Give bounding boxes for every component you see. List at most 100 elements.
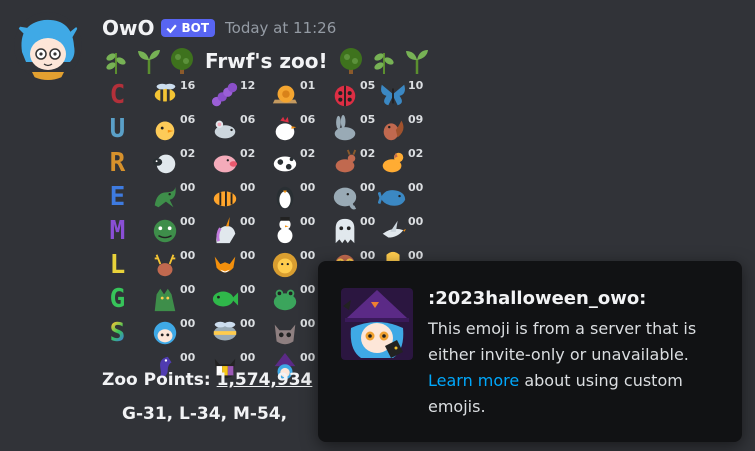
emoji-description: This emoji is from a server that is eith… — [428, 316, 728, 420]
animal-count: 00 — [240, 215, 256, 228]
ladybug-icon[interactable] — [330, 81, 360, 109]
frog-icon[interactable] — [270, 285, 300, 313]
zoo-animal-cell: 02 — [150, 146, 208, 180]
animal-count: 00 — [240, 181, 256, 194]
tiger-icon[interactable] — [210, 183, 240, 211]
zoo-animal-cell: 00 — [150, 316, 208, 350]
zoo-points-value: 1,574,934 — [216, 370, 313, 390]
zoo-animal-cell: 00 — [210, 180, 268, 214]
chick-icon[interactable] — [150, 115, 180, 143]
seedling-icon[interactable] — [135, 47, 163, 75]
animal-count: 00 — [300, 181, 316, 194]
pig-icon[interactable] — [210, 149, 240, 177]
fish-icon[interactable] — [210, 285, 240, 313]
snowman-icon[interactable] — [270, 217, 300, 245]
bot-badge: BOT — [161, 19, 216, 37]
elephant-icon[interactable] — [330, 183, 360, 211]
ghost-icon[interactable] — [330, 217, 360, 245]
skull-cat-icon[interactable] — [270, 319, 300, 347]
bee-icon[interactable] — [150, 81, 180, 109]
rank-letter-c: C — [109, 80, 126, 110]
zoo-rank-stats: G-31, L-34, M-54, — [122, 404, 288, 424]
rank-letter-s: S — [102, 318, 132, 348]
zoo-animal-cell: 00 — [150, 248, 208, 282]
animal-count: 05 — [360, 79, 376, 92]
cow-icon[interactable] — [270, 149, 300, 177]
rooster-icon[interactable] — [270, 115, 300, 143]
animal-count: 00 — [180, 283, 196, 296]
zoo-animal-cell: 00 — [210, 248, 268, 282]
mouse-icon[interactable] — [210, 115, 240, 143]
animal-count: 00 — [408, 181, 424, 194]
animal-count: 00 — [180, 181, 196, 194]
emoji-description-text: This emoji is from a server that is eith… — [428, 319, 697, 364]
zoo-animal-cell: 09 — [378, 112, 436, 146]
lion-icon[interactable] — [270, 251, 300, 279]
animal-count: 06 — [240, 113, 256, 126]
username[interactable]: OwO — [102, 16, 154, 40]
animal-count: 00 — [300, 351, 316, 364]
rabbit-icon[interactable] — [330, 115, 360, 143]
animal-count: 12 — [240, 79, 256, 92]
animal-count: 00 — [180, 351, 196, 364]
message-header: OwO BOT Today at 11:26 — [102, 15, 336, 41]
animal-count: 00 — [240, 351, 256, 364]
zoo-animal-cell: 00 — [378, 180, 436, 214]
zoo-animal-cell: 16 — [150, 78, 208, 112]
chipmunk-icon[interactable] — [378, 115, 408, 143]
dove-icon[interactable] — [378, 217, 408, 245]
deer-icon[interactable] — [330, 149, 360, 177]
dog-icon[interactable] — [378, 149, 408, 177]
animal-count: 09 — [408, 113, 424, 126]
seedling-icon[interactable] — [403, 47, 431, 75]
owo-girl-icon[interactable] — [150, 319, 180, 347]
checkmark-icon — [166, 24, 178, 33]
animal-count: 10 — [408, 79, 424, 92]
animal-count: 00 — [240, 283, 256, 296]
animal-count: 00 — [240, 317, 256, 330]
bee-mech-icon[interactable] — [210, 319, 240, 347]
whale-icon[interactable] — [378, 183, 408, 211]
animal-count: 00 — [360, 215, 376, 228]
tree-icon[interactable] — [337, 47, 365, 75]
rank-letter-e: E — [109, 182, 126, 212]
halloween-owo-emoji-icon — [341, 288, 413, 360]
animal-count: 06 — [180, 113, 196, 126]
penguin-icon[interactable] — [270, 183, 300, 211]
fox-icon[interactable] — [210, 251, 240, 279]
snail-icon[interactable] — [270, 81, 300, 109]
zoo-animal-cell: 02 — [210, 146, 268, 180]
rank-letter-u: U — [109, 114, 126, 144]
zoo-animal-cell: 06 — [150, 112, 208, 146]
herb-icon[interactable] — [102, 47, 130, 75]
zoo-animal-cell: 06 — [210, 112, 268, 146]
animal-count: 00 — [408, 215, 424, 228]
reindeer-icon[interactable] — [150, 251, 180, 279]
zoo-animal-cell: 00 — [210, 316, 268, 350]
animal-count: 00 — [300, 317, 316, 330]
learn-more-link[interactable]: Learn more — [428, 371, 519, 390]
butterfly-icon[interactable] — [378, 81, 408, 109]
tree-icon[interactable] — [168, 47, 196, 75]
zoo-points: Zoo Points: 1,574,934 — [102, 370, 312, 390]
herb-icon[interactable] — [370, 47, 398, 75]
animal-count: 02 — [360, 147, 376, 160]
zoo-animal-cell: 00 — [210, 282, 268, 316]
dragon-face-icon[interactable] — [150, 217, 180, 245]
bot-avatar[interactable] — [14, 12, 82, 80]
sheep-icon[interactable] — [150, 149, 180, 177]
animal-count: 16 — [180, 79, 196, 92]
caterpillar-icon[interactable] — [210, 81, 240, 109]
zoo-title-row: Frwf's zoo! — [102, 44, 431, 78]
zoo-animal-cell: 00 — [378, 214, 436, 248]
unicorn-icon[interactable] — [210, 217, 240, 245]
animal-count: 00 — [180, 317, 196, 330]
rank-letter-l: L — [109, 250, 126, 280]
animal-count: 02 — [240, 147, 256, 160]
animal-count: 01 — [300, 79, 316, 92]
dragon-icon[interactable] — [150, 183, 180, 211]
kaiju-icon[interactable] — [150, 285, 180, 313]
message-timestamp[interactable]: Today at 11:26 — [225, 19, 336, 37]
animal-count: 05 — [360, 113, 376, 126]
zoo-animal-cell: 00 — [150, 214, 208, 248]
